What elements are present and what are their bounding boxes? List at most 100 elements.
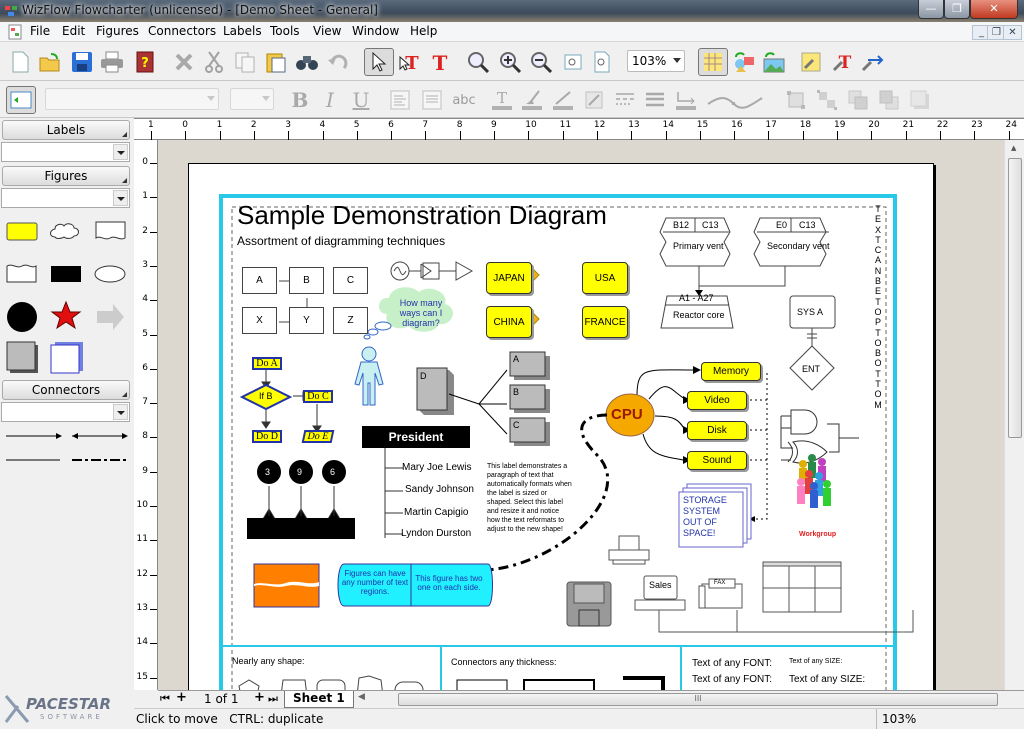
last-page-icon[interactable]: ⏭ (268, 692, 278, 706)
copy-button[interactable] (233, 50, 257, 74)
grid-box-a[interactable]: A (242, 267, 277, 294)
grid-box-z[interactable]: Z (333, 307, 368, 334)
menu-file[interactable]: File (30, 24, 50, 38)
size-combo[interactable] (230, 88, 274, 110)
palette-cloud[interactable] (50, 223, 79, 239)
properties-button[interactable] (799, 50, 823, 74)
chevron-down-icon[interactable] (113, 404, 128, 420)
panel-toggle-button[interactable] (6, 86, 36, 114)
menu-tools[interactable]: Tools (270, 24, 300, 38)
print-button[interactable] (100, 50, 124, 74)
palette-gray-3d-box[interactable] (6, 341, 38, 373)
find-button[interactable] (295, 50, 319, 74)
palette-ellipse[interactable] (94, 265, 126, 283)
figures-header[interactable]: Figures (2, 166, 130, 186)
country-china[interactable]: CHINA (486, 306, 532, 338)
menu-view[interactable]: View (313, 24, 341, 38)
zoom-out-button[interactable] (529, 50, 553, 74)
connectors-header[interactable]: Connectors (2, 380, 130, 400)
open-button[interactable] (38, 50, 62, 74)
replace-figures-button[interactable] (732, 50, 756, 74)
zoom-tool-button[interactable] (466, 50, 490, 74)
text-select-button[interactable]: T (398, 50, 422, 74)
line-width-button[interactable] (643, 88, 667, 112)
palette-single-arrow[interactable] (6, 433, 62, 439)
save-button[interactable] (70, 50, 94, 74)
tab-sheet-1[interactable]: Sheet 1 (284, 691, 354, 708)
horizontal-scroll-thumb[interactable]: III (398, 693, 998, 706)
font-combo[interactable] (45, 88, 219, 110)
grid-button[interactable] (698, 48, 728, 76)
help-button[interactable]: ? (133, 50, 157, 74)
curve-style-button[interactable] (706, 88, 766, 112)
menu-window[interactable]: Window (352, 24, 399, 38)
window-minimize-button[interactable]: — (918, 0, 944, 19)
fill-color-button[interactable] (520, 88, 544, 112)
labels-combo[interactable] (1, 142, 130, 162)
figures-combo[interactable] (1, 188, 130, 208)
country-usa[interactable]: USA (582, 262, 628, 294)
chevron-down-icon[interactable] (113, 190, 128, 206)
palette-blue-3d-box[interactable] (50, 342, 83, 374)
menu-connectors[interactable]: Connectors (148, 24, 216, 38)
scroll-up-icon[interactable]: ▲ (1011, 144, 1016, 152)
menu-edit[interactable]: Edit (62, 24, 85, 38)
zoom-combo[interactable]: 103% (627, 50, 685, 72)
menu-labels[interactable]: Labels (223, 24, 262, 38)
zoom-page-button[interactable] (561, 50, 585, 74)
grid-box-x[interactable]: X (242, 307, 277, 334)
palette-wavy-rectangle[interactable] (95, 221, 126, 240)
zoom-in-button[interactable] (498, 50, 522, 74)
group-button[interactable] (784, 88, 808, 112)
device-sound[interactable]: Sound (687, 451, 747, 470)
president-box[interactable]: President (362, 426, 470, 448)
cut-button[interactable] (202, 50, 226, 74)
paragraph-label[interactable]: This label demonstrates a paragraph of t… (487, 462, 573, 534)
labels-header[interactable]: Labels (2, 120, 130, 140)
text-tool-button[interactable]: T (428, 50, 452, 74)
connector-style-button[interactable] (674, 88, 698, 112)
grid-box-y[interactable]: Y (289, 307, 324, 334)
vertical-scroll-thumb[interactable] (1008, 158, 1022, 438)
add-page-after-icon[interactable]: + (254, 690, 265, 705)
country-france[interactable]: FRANCE (582, 306, 628, 338)
undo-button[interactable] (326, 50, 350, 74)
scroll-left-icon[interactable]: ◀ (358, 692, 365, 702)
line-style-button[interactable] (613, 88, 637, 112)
align-left-button[interactable] (388, 88, 412, 112)
flow-do-d[interactable]: Do D (252, 430, 282, 443)
underline-button[interactable]: U (349, 88, 373, 112)
mdi-close-button[interactable]: ✕ (1003, 25, 1022, 40)
palette-gray-arrow[interactable] (97, 304, 124, 330)
replace-picture-button[interactable] (762, 50, 786, 74)
flow-if-b[interactable]: If B (259, 391, 273, 401)
palette-double-arrow[interactable] (72, 433, 128, 439)
device-disk[interactable]: Disk (687, 421, 747, 440)
cpu-label[interactable]: CPU (611, 406, 643, 423)
new-button[interactable] (8, 50, 32, 74)
palette-black-circle[interactable] (7, 302, 37, 332)
zoom-width-button[interactable] (590, 50, 614, 74)
bold-button[interactable]: B (288, 88, 312, 112)
shadow-button[interactable] (908, 88, 932, 112)
palette-red-star[interactable] (50, 300, 82, 330)
grid-box-c[interactable]: C (333, 267, 368, 294)
bring-front-button[interactable] (846, 88, 870, 112)
menu-figures[interactable]: Figures (96, 24, 139, 38)
italic-button[interactable]: I (318, 88, 342, 112)
first-page-icon[interactable]: ⏮ (160, 692, 170, 706)
palette-torn-rectangle[interactable] (6, 264, 37, 283)
window-close-button[interactable]: ✕ (970, 0, 1018, 19)
grid-box-b[interactable]: B (289, 267, 324, 294)
ungroup-button[interactable] (815, 88, 839, 112)
delete-button[interactable] (172, 50, 196, 74)
add-page-before-icon[interactable]: + (176, 690, 187, 705)
select-tool-button[interactable] (364, 48, 394, 76)
shadow-color-button[interactable] (582, 88, 606, 112)
palette-black-rectangle[interactable] (51, 266, 81, 282)
flow-do-a[interactable]: Do A (252, 357, 282, 370)
country-japan[interactable]: JAPAN (486, 262, 532, 294)
flow-do-e[interactable]: Do E (301, 430, 335, 443)
align-justify-button[interactable] (420, 88, 444, 112)
paste-button[interactable] (264, 50, 288, 74)
